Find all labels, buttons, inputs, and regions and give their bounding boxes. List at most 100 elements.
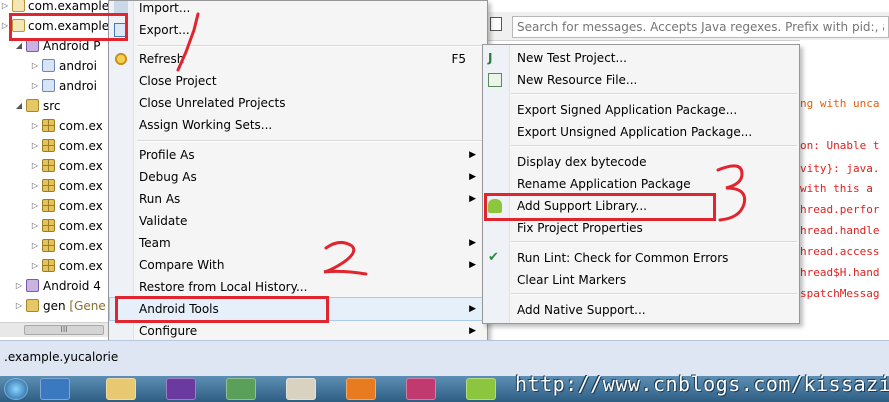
tree-node-icon xyxy=(42,239,55,252)
taskbar-app-6[interactable] xyxy=(406,378,436,400)
collapse-arrow-icon[interactable]: ▷ xyxy=(14,296,24,316)
menu-item-label: Configure xyxy=(139,324,198,338)
taskbar-app-explorer[interactable] xyxy=(106,378,136,400)
menu-item-team[interactable]: Team ▶ xyxy=(110,232,486,254)
submenu-item-label: Rename Application Package xyxy=(517,177,691,191)
tree-node-icon xyxy=(42,179,55,192)
logcat-line: hread.perfor xyxy=(800,203,880,216)
logcat-search-input[interactable] xyxy=(512,16,889,38)
submenu-item-export-unsigned-application-package[interactable]: Export Unsigned Application Package... xyxy=(484,121,798,143)
logcat-line: hread.handle xyxy=(800,224,880,237)
taskbar-app-3[interactable] xyxy=(226,378,256,400)
menu-item-close-unrelated-projects[interactable]: Close Unrelated Projects xyxy=(110,92,486,114)
tree-node-label: Android 4 xyxy=(43,279,101,293)
tree-node-icon xyxy=(42,59,55,72)
submenu-item-run-lint-check-for-common-errors[interactable]: ✔ Run Lint: Check for Common Errors xyxy=(484,247,798,269)
tree-node-label: com.ex xyxy=(59,199,103,213)
tree-node-icon xyxy=(42,159,55,172)
menu-item-profile-as[interactable]: Profile As ▶ xyxy=(110,144,486,166)
expand-arrow-icon[interactable]: ▷ xyxy=(30,76,40,96)
annotation-number-three xyxy=(716,164,747,222)
menu-item-label: Profile As xyxy=(139,148,195,162)
tree-node-label: com.ex xyxy=(59,159,103,173)
submenu-item-label: Display dex bytecode xyxy=(517,155,647,169)
submenu-item-clear-lint-markers[interactable]: Clear Lint Markers xyxy=(484,269,798,291)
explorer-horizontal-scrollbar[interactable]: III xyxy=(0,322,112,337)
tree-node-icon xyxy=(42,79,55,92)
tree-node-label: com.ex xyxy=(59,259,103,273)
menu-item-run-as[interactable]: Run As ▶ xyxy=(110,188,486,210)
submenu-item-label: Run Lint: Check for Common Errors xyxy=(517,251,729,265)
tree-node-icon xyxy=(42,139,55,152)
menu-item-shortcut: F5 xyxy=(451,52,466,66)
menu-item-configure[interactable]: Configure ▶ xyxy=(110,320,486,342)
logcat-line: spatchMessag xyxy=(800,287,880,300)
submenu-item-new-test-project[interactable]: J New Test Project... xyxy=(484,47,798,69)
annotation-box-android-tools xyxy=(115,296,329,323)
tree-node-label: gen [Gene xyxy=(43,299,106,313)
tree-node-label: com.ex xyxy=(59,219,103,233)
refresh-icon xyxy=(114,52,128,66)
taskbar-app-android[interactable] xyxy=(466,378,496,400)
tree-node-label: com.ex xyxy=(59,119,103,133)
expand-arrow-icon[interactable]: ▷ xyxy=(30,56,40,76)
tree-node-icon xyxy=(26,99,39,112)
submenu-separator xyxy=(511,293,797,295)
menu-item-label: Team xyxy=(139,236,171,250)
taskbar-app-eclipse[interactable] xyxy=(166,378,196,400)
menu-item-label: Debug As xyxy=(139,170,197,184)
scrollbar-thumb[interactable]: III xyxy=(24,325,104,335)
taskbar-app-ie[interactable] xyxy=(40,378,70,400)
submenu-arrow-icon: ▶ xyxy=(469,238,476,248)
expand-arrow-icon[interactable]: ▷ xyxy=(30,176,40,196)
annotation-box-add-support-library xyxy=(484,193,716,221)
logcat-line: on: Unable t xyxy=(800,139,880,152)
tree-node-icon xyxy=(26,299,39,312)
status-bar-text: .example.yucalorie xyxy=(4,350,119,364)
menu-item-label: Run As xyxy=(139,192,181,206)
console-view-icon[interactable] xyxy=(490,17,502,31)
logcat-line: hread.access xyxy=(800,245,880,258)
menu-item-restore-from-local-history[interactable]: Restore from Local History... xyxy=(110,276,486,298)
submenu-item-label: Add Native Support... xyxy=(517,303,646,317)
menu-item-label: Restore from Local History... xyxy=(139,280,308,294)
submenu-arrow-icon: ▶ xyxy=(469,260,476,270)
expand-arrow-icon[interactable]: ▷ xyxy=(30,156,40,176)
submenu-item-new-resource-file[interactable]: New Resource File... xyxy=(484,69,798,91)
submenu-arrow-icon: ▶ xyxy=(469,326,476,336)
tree-node-label: com.ex xyxy=(59,179,103,193)
annotation-box-project xyxy=(9,13,128,41)
expand-arrow-icon[interactable]: ▷ xyxy=(30,256,40,276)
tree-node-label: com.ex xyxy=(59,139,103,153)
submenu-separator xyxy=(511,145,797,147)
logcat-line: ng with unca xyxy=(800,97,880,110)
menu-item-assign-working-sets[interactable]: Assign Working Sets... xyxy=(110,114,486,136)
annotation-number-two xyxy=(323,241,368,276)
menu-item-debug-as[interactable]: Debug As ▶ xyxy=(110,166,486,188)
taskbar-app-5[interactable] xyxy=(346,378,376,400)
submenu-arrow-icon: ▶ xyxy=(469,150,476,160)
collapse-arrow-icon[interactable]: ◢ xyxy=(14,96,24,116)
submenu-item-add-native-support[interactable]: Add Native Support... xyxy=(484,299,798,321)
expand-arrow-icon[interactable]: ▷ xyxy=(30,136,40,156)
expand-arrow-icon[interactable]: ▷ xyxy=(30,236,40,256)
menu-item-compare-with[interactable]: Compare With ▶ xyxy=(110,254,486,276)
submenu-item-label: Export Signed Application Package... xyxy=(517,103,738,117)
menu-item-label: Assign Working Sets... xyxy=(139,118,273,132)
expand-arrow-icon[interactable]: ▷ xyxy=(30,196,40,216)
taskbar-app-notepad[interactable] xyxy=(286,378,316,400)
submenu-item-label: New Resource File... xyxy=(517,73,638,87)
submenu-item-export-signed-application-package[interactable]: Export Signed Application Package... xyxy=(484,99,798,121)
tree-node-icon xyxy=(42,199,55,212)
tree-node-icon xyxy=(42,259,55,272)
logcat-line: vity}: java. xyxy=(800,162,880,175)
tree-node-icon xyxy=(26,279,39,292)
expand-arrow-icon[interactable]: ▷ xyxy=(30,116,40,136)
submenu-arrow-icon: ▶ xyxy=(469,172,476,182)
expand-arrow-icon[interactable]: ▷ xyxy=(30,216,40,236)
junit-icon: J xyxy=(488,51,493,65)
collapse-arrow-icon[interactable]: ▷ xyxy=(14,276,24,296)
start-button[interactable] xyxy=(4,378,28,400)
menu-item-validate[interactable]: Validate xyxy=(110,210,486,232)
menu-item-label: Validate xyxy=(139,214,188,228)
